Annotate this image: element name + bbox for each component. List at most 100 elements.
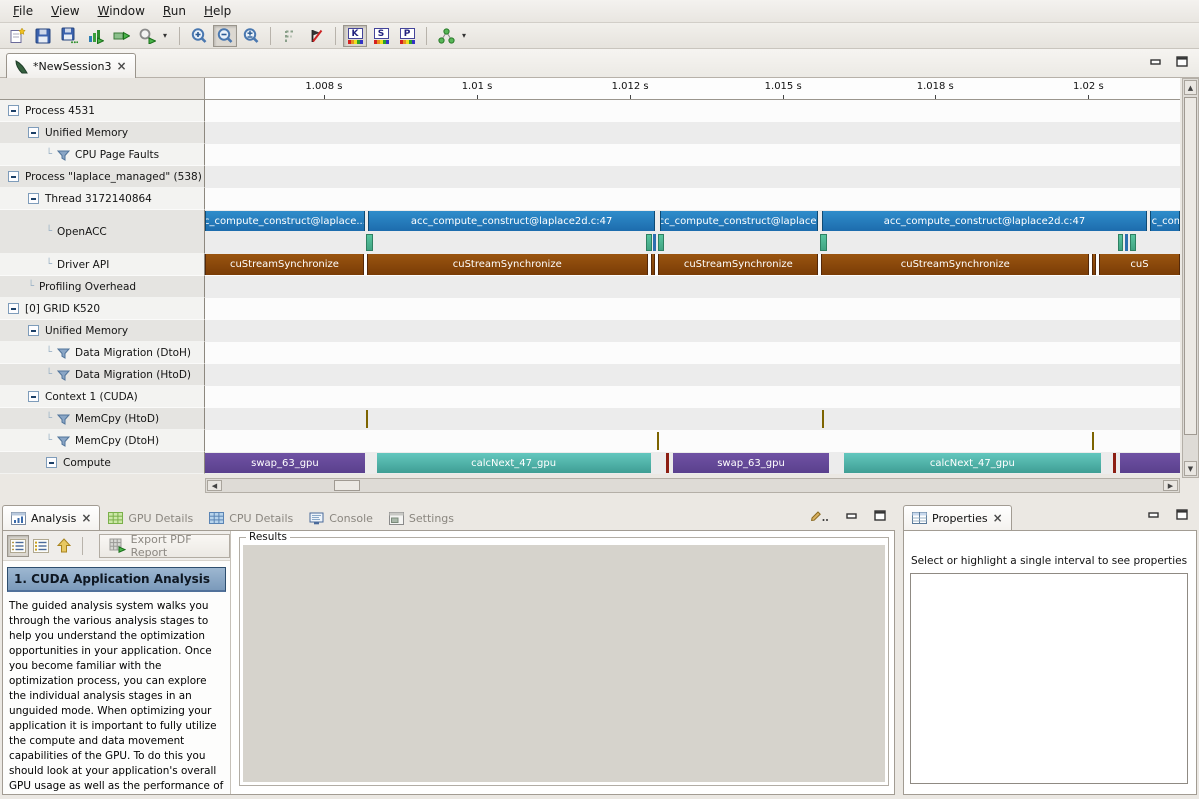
memcpy-interval-tick[interactable] bbox=[366, 410, 368, 428]
openacc-event-bar[interactable] bbox=[366, 234, 373, 251]
tree-row-0-grid-k520[interactable]: [0] GRID K520 bbox=[0, 298, 205, 320]
collapse-expander-icon[interactable] bbox=[8, 105, 19, 116]
memcpy-interval-tick[interactable] bbox=[1092, 432, 1094, 450]
dropdown-caret-icon[interactable]: ▾ bbox=[160, 31, 170, 40]
tree-row-data-migration-dtoh[interactable]: └Data Migration (DtoH) bbox=[0, 342, 205, 364]
timeline-track[interactable] bbox=[205, 342, 1180, 364]
menu-run[interactable]: Run bbox=[154, 2, 195, 20]
timeline-interval-bar[interactable]: acc_compute_construct@laplace2d.c:47 bbox=[822, 211, 1147, 231]
openacc-event-bar[interactable] bbox=[646, 234, 652, 251]
minimize-icon[interactable] bbox=[846, 511, 858, 521]
tree-row-openacc[interactable]: └OpenACC bbox=[0, 210, 205, 254]
collapse-expander-icon[interactable] bbox=[28, 325, 39, 336]
prev-marker-icon[interactable] bbox=[278, 25, 302, 47]
collapse-expander-icon[interactable] bbox=[46, 457, 57, 468]
timeline-track[interactable] bbox=[205, 298, 1180, 320]
filter-icon[interactable] bbox=[57, 348, 70, 359]
guided-analysis-mode-button[interactable] bbox=[7, 535, 29, 557]
timeline-interval-bar[interactable] bbox=[1120, 453, 1180, 473]
timeline-ruler[interactable]: 1.008 s1.01 s1.012 s1.015 s1.018 s1.02 s bbox=[205, 78, 1180, 100]
timeline-track[interactable] bbox=[205, 364, 1180, 386]
back-up-analysis-icon[interactable] bbox=[53, 535, 75, 557]
timeline-interval-bar[interactable] bbox=[666, 453, 669, 473]
timeline-track[interactable] bbox=[205, 320, 1180, 342]
dropdown-caret-icon[interactable]: ▾ bbox=[459, 31, 469, 40]
horizontal-scroll-thumb[interactable] bbox=[334, 480, 360, 491]
timeline-interval-bar[interactable] bbox=[1113, 453, 1116, 473]
zoom-fit-icon[interactable] bbox=[239, 25, 263, 47]
session-tab[interactable]: *NewSession3 × bbox=[6, 53, 136, 78]
openacc-event-bar[interactable] bbox=[820, 234, 827, 251]
new-session-icon[interactable] bbox=[5, 25, 29, 47]
tree-row-memcpy-htod[interactable]: └MemCpy (HtoD) bbox=[0, 408, 205, 430]
tree-row-cpu-page-faults[interactable]: └CPU Page Faults bbox=[0, 144, 205, 166]
timeline-interval-bar[interactable]: c_compute_construct@laplace... bbox=[205, 211, 365, 231]
filter-icon[interactable] bbox=[57, 370, 70, 381]
vertical-scrollbar[interactable]: ▲ ▼ bbox=[1182, 78, 1199, 478]
close-icon[interactable]: × bbox=[116, 61, 126, 71]
timeline-interval-bar[interactable]: cuS bbox=[1099, 254, 1180, 275]
timeline-interval-bar[interactable] bbox=[1092, 254, 1096, 275]
tree-row-profiling-overhead[interactable]: └Profiling Overhead bbox=[0, 276, 205, 298]
timeline-interval-bar[interactable]: calcNext_47_gpu bbox=[377, 453, 651, 473]
close-icon[interactable]: × bbox=[993, 513, 1003, 523]
tab-cpu-details[interactable]: CPU Details bbox=[201, 505, 301, 531]
generate-timeline-icon[interactable] bbox=[83, 25, 107, 47]
timeline-track[interactable]: cuStreamSynchronize cuStreamSynchronize cu… bbox=[205, 254, 1180, 276]
memcpy-interval-tick[interactable] bbox=[657, 432, 659, 450]
collapse-expander-icon[interactable] bbox=[28, 127, 39, 138]
timeline-interval-bar[interactable]: acc_compute_construct@laplace2d.c:47 bbox=[368, 211, 656, 231]
collapse-expander-icon[interactable] bbox=[28, 193, 39, 204]
tab-analysis[interactable]: Analysis× bbox=[2, 505, 100, 531]
timeline-interval-bar[interactable] bbox=[651, 254, 656, 275]
tab-settings[interactable]: Settings bbox=[381, 505, 462, 531]
zoom-out-icon[interactable] bbox=[213, 25, 237, 47]
tree-row-data-migration-htod[interactable]: └Data Migration (HtoD) bbox=[0, 364, 205, 386]
filter-icon[interactable] bbox=[57, 414, 70, 425]
filter-icon[interactable] bbox=[57, 436, 70, 447]
openacc-event-bar[interactable] bbox=[1125, 234, 1128, 251]
timeline-interval-bar[interactable]: acc_comp bbox=[1150, 211, 1180, 231]
tab-console[interactable]: Console bbox=[301, 505, 381, 531]
timeline-track[interactable] bbox=[205, 430, 1180, 452]
topology-icon[interactable] bbox=[434, 25, 458, 47]
timeline-track[interactable] bbox=[205, 188, 1180, 210]
timeline-track[interactable] bbox=[205, 122, 1180, 144]
zoom-in-icon[interactable] bbox=[187, 25, 211, 47]
unguided-analysis-mode-button[interactable] bbox=[30, 535, 52, 557]
filter-icon[interactable] bbox=[57, 150, 70, 161]
menu-window[interactable]: Window bbox=[89, 2, 154, 20]
tree-row-memcpy-dtoh[interactable]: └MemCpy (DtoH) bbox=[0, 430, 205, 452]
minimize-icon[interactable] bbox=[1150, 57, 1162, 67]
vertical-scroll-thumb[interactable] bbox=[1184, 97, 1197, 435]
openacc-event-bar[interactable] bbox=[1130, 234, 1136, 251]
view-menu-icon[interactable] bbox=[810, 509, 830, 522]
timeline-track[interactable] bbox=[205, 386, 1180, 408]
tree-row-process-laplace-managed-538[interactable]: Process "laplace_managed" (538) bbox=[0, 166, 205, 188]
zoom-select-icon[interactable] bbox=[135, 25, 159, 47]
menu-file[interactable]: File bbox=[4, 2, 42, 20]
tree-row-compute[interactable]: Compute bbox=[0, 452, 205, 474]
timeline-interval-bar[interactable]: acc_compute_construct@laplace... bbox=[660, 211, 818, 231]
scroll-left-icon[interactable]: ◀ bbox=[207, 480, 222, 491]
timeline-interval-bar[interactable]: cuStreamSynchronize bbox=[367, 254, 648, 275]
openacc-event-bar[interactable] bbox=[658, 234, 664, 251]
tree-row-thread-3172140864[interactable]: Thread 3172140864 bbox=[0, 188, 205, 210]
timeline-interval-bar[interactable]: swap_63_gpu bbox=[205, 453, 365, 473]
menu-view[interactable]: View bbox=[42, 2, 88, 20]
menu-help[interactable]: Help bbox=[195, 2, 240, 20]
kernel-colors-icon[interactable]: K bbox=[343, 25, 367, 47]
export-pdf-report-button[interactable]: Export PDF Report bbox=[99, 534, 230, 558]
tree-row-driver-api[interactable]: └Driver API bbox=[0, 254, 205, 276]
maximize-icon[interactable] bbox=[874, 510, 887, 521]
save-all-icon[interactable] bbox=[57, 25, 81, 47]
timeline-track[interactable]: swap_63_gpucalcNext_47_gpuswap_63_gpucal… bbox=[205, 452, 1180, 474]
tree-row-context-1-cuda[interactable]: Context 1 (CUDA) bbox=[0, 386, 205, 408]
openacc-event-bar[interactable] bbox=[1118, 234, 1124, 251]
collapse-expander-icon[interactable] bbox=[8, 171, 19, 182]
tab-properties[interactable]: Properties × bbox=[903, 505, 1012, 531]
timeline-interval-bar[interactable]: cuStreamSynchronize bbox=[821, 254, 1089, 275]
collapse-expander-icon[interactable] bbox=[8, 303, 19, 314]
timeline-track[interactable]: c_compute_construct@laplace...acc_comput… bbox=[205, 210, 1180, 254]
scroll-down-icon[interactable]: ▼ bbox=[1184, 461, 1197, 476]
